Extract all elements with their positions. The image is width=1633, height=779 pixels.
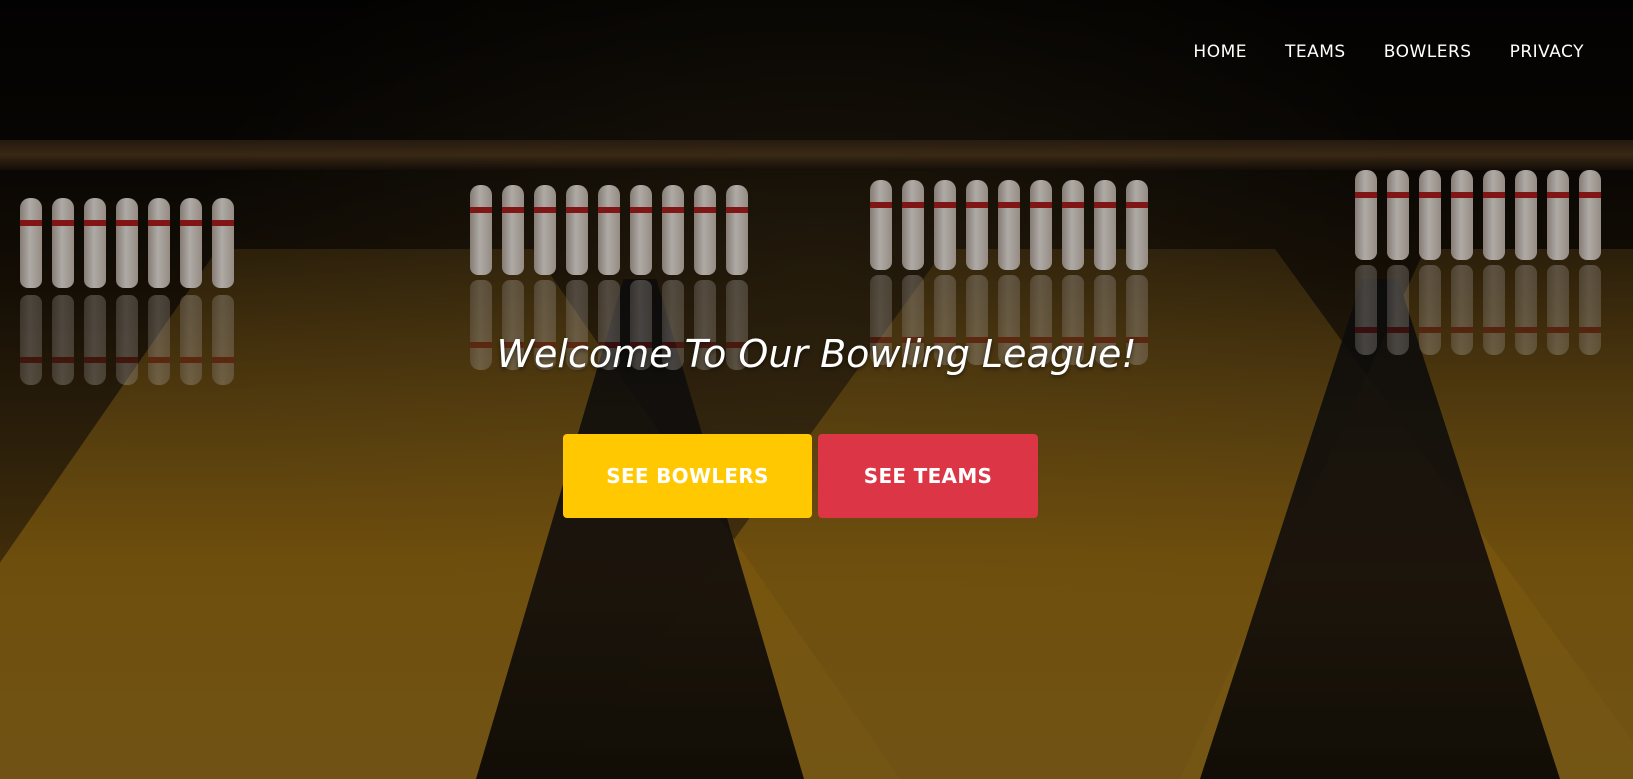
see-bowlers-button[interactable]: SEE BOWLERS: [563, 434, 812, 518]
nav-teams-link[interactable]: TEAMS: [1266, 38, 1365, 66]
hero-title: Welcome To Our Bowling League!: [496, 332, 1137, 376]
nav-bowlers-link[interactable]: BOWLERS: [1365, 38, 1491, 66]
background-overlay: [0, 0, 1633, 779]
top-nav: HOME TEAMS BOWLERS PRIVACY: [1174, 38, 1603, 66]
nav-home-link[interactable]: HOME: [1174, 38, 1266, 66]
hero-section: HOME TEAMS BOWLERS PRIVACY Welcome To Ou…: [0, 0, 1633, 779]
nav-privacy-link[interactable]: PRIVACY: [1491, 38, 1603, 66]
see-teams-button[interactable]: SEE TEAMS: [818, 434, 1038, 518]
